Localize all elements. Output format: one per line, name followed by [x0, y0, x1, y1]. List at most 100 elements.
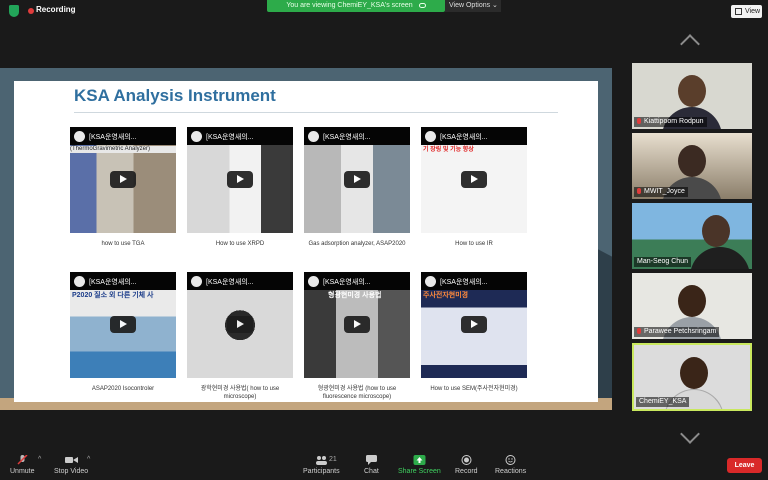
play-icon[interactable] — [344, 171, 370, 188]
video-title: [KSA운영새의... — [440, 134, 488, 141]
channel-avatar — [425, 276, 436, 287]
recording-icon — [28, 8, 34, 14]
video-tile[interactable]: [KSA운영새의... Gas adsorption analyzer, ASA… — [304, 127, 410, 248]
video-overlay-text: 주사전자현미경 — [423, 292, 469, 299]
video-title: [KSA운영새의... — [323, 134, 371, 141]
play-icon[interactable] — [344, 316, 370, 333]
video-overlay-text: 기 장링 및 기능 향상 — [423, 147, 474, 153]
chat-button[interactable]: Chat — [364, 455, 379, 475]
participant-name: Parawee Petchsringam — [634, 327, 720, 337]
view-button[interactable]: View — [731, 5, 762, 18]
mic-muted-icon — [637, 328, 641, 334]
video-title: [KSA운영새의... — [206, 134, 254, 141]
share-screen-icon — [413, 455, 426, 465]
viewing-banner-text: You are viewing ChemiEY_KSA's screen — [286, 2, 413, 9]
video-tile[interactable]: [KSA운영새의... 광학현미경 사용법( how to use micros… — [187, 272, 293, 401]
meeting-toolbar: Unmute ^ Stop Video ^ Participants 21 Ch… — [0, 452, 768, 480]
video-title: [KSA운영새의... — [206, 279, 254, 286]
video-options-caret[interactable]: ^ — [87, 456, 90, 463]
play-icon[interactable] — [227, 171, 253, 188]
video-tile[interactable]: 형광현미경 사용법 [KSA운영새의... 형광현미경 사용법 (how to … — [304, 272, 410, 401]
participant-name: MWIT_Joyce — [634, 187, 688, 197]
reactions-button[interactable]: Reactions — [495, 455, 526, 475]
leave-button[interactable]: Leave — [727, 458, 762, 473]
channel-avatar — [74, 276, 85, 287]
participant-name: Kiattipoom Rodpun — [634, 117, 707, 127]
video-title: [KSA운영새의... — [89, 279, 137, 286]
mic-muted-icon — [637, 118, 641, 124]
play-icon[interactable] — [110, 316, 136, 333]
participant-tile[interactable]: Parawee Petchsringam — [632, 273, 752, 339]
participant-video — [680, 357, 708, 389]
video-caption: How to use SEM(주사전자현미경) — [430, 386, 518, 392]
video-caption: ASAP2020 Isocontroler — [91, 386, 155, 392]
play-icon[interactable] — [227, 316, 253, 333]
scroll-down-icon[interactable] — [680, 424, 700, 444]
video-camera-icon — [64, 457, 78, 463]
viewing-banner: You are viewing ChemiEY_KSA's screen — [267, 0, 445, 12]
video-title: [KSA운영새의... — [440, 279, 488, 286]
recording-label: Recording — [36, 5, 76, 14]
video-caption: 형광현미경 사용법 (how to use fluorescence micro… — [317, 386, 397, 400]
scroll-up-icon[interactable] — [680, 34, 700, 54]
stop-video-button[interactable]: Stop Video — [54, 455, 88, 475]
grid-icon — [735, 8, 742, 15]
participant-tile[interactable]: Man-Seog Chun — [632, 203, 752, 269]
video-caption: Gas adsorption analyzer, ASAP2020 — [308, 241, 406, 247]
audio-options-caret[interactable]: ^ — [38, 456, 41, 463]
play-icon[interactable] — [461, 316, 487, 333]
video-overlay-text: P2020 질소 외 다른 기체 사 — [72, 292, 154, 299]
channel-avatar — [191, 276, 202, 287]
shield-icon[interactable] — [9, 5, 19, 17]
participant-name: Man-Seog Chun — [634, 257, 691, 267]
video-caption: how to use TGA — [101, 241, 145, 247]
video-overlay-text: 형광현미경 사용법 — [328, 292, 382, 299]
video-tile[interactable]: [KSA운영새의... How to use XRPD — [187, 127, 293, 248]
video-thumbnail[interactable]: [KSA운영새의... — [187, 272, 293, 378]
view-options-button[interactable]: View Options ⌄ — [445, 0, 501, 12]
participant-video — [702, 215, 730, 247]
channel-avatar — [74, 131, 85, 142]
participant-name: ChemiEY_KSA — [636, 397, 690, 407]
reactions-icon — [505, 455, 516, 465]
unmute-button[interactable]: Unmute — [10, 455, 35, 475]
video-tile[interactable]: 기 장링 및 기능 향상 [KSA운영새의... How to use IR — [421, 127, 527, 248]
record-button[interactable]: Record — [455, 455, 478, 475]
video-thumbnail[interactable]: [KSA운영새의... — [187, 127, 293, 233]
participant-video — [678, 75, 706, 107]
video-thumbnail[interactable]: (ThermoGravimetric Analyzer) [KSA운영새의... — [70, 127, 176, 233]
shared-screen: KSA Analysis Instrument (ThermoGravimetr… — [0, 68, 612, 410]
slide-title: KSA Analysis Instrument — [74, 86, 276, 105]
video-caption: 광학현미경 사용법( how to use microscope) — [200, 386, 280, 400]
video-thumbnail[interactable]: P2020 질소 외 다른 기체 사 [KSA운영새의... — [70, 272, 176, 378]
mic-muted-icon — [17, 455, 28, 465]
participant-tile[interactable]: MWIT_Joyce — [632, 133, 752, 199]
video-title: [KSA운영새의... — [89, 134, 137, 141]
video-tile[interactable]: (ThermoGravimetric Analyzer) [KSA운영새의...… — [70, 127, 176, 248]
video-thumbnail[interactable]: [KSA운영새의... — [304, 127, 410, 233]
video-caption: How to use XRPD — [215, 241, 265, 247]
video-tile[interactable]: P2020 질소 외 다른 기체 사 [KSA운영새의... ASAP2020 … — [70, 272, 176, 393]
play-icon[interactable] — [110, 171, 136, 188]
video-thumbnail[interactable]: 주사전자현미경 [KSA운영새의... — [421, 272, 527, 378]
view-button-label: View — [745, 8, 761, 15]
participant-tile-active-speaker[interactable]: ChemiEY_KSA — [632, 343, 752, 411]
share-screen-button[interactable]: Share Screen — [398, 455, 441, 475]
participant-video — [678, 145, 706, 177]
participant-video — [678, 285, 706, 317]
channel-avatar — [425, 131, 436, 142]
video-overlay-text: (ThermoGravimetric Analyzer) — [70, 146, 176, 153]
participants-count: 21 — [329, 456, 337, 463]
title-divider — [74, 112, 558, 113]
video-tile[interactable]: 주사전자현미경 [KSA운영새의... How to use SEM(주사전자현… — [421, 272, 527, 393]
slide: KSA Analysis Instrument (ThermoGravimetr… — [14, 81, 598, 402]
participants-icon — [315, 456, 327, 465]
video-thumbnail[interactable]: 형광현미경 사용법 [KSA운영새의... — [304, 272, 410, 378]
channel-avatar — [308, 276, 319, 287]
participant-tile[interactable]: Kiattipoom Rodpun — [632, 63, 752, 129]
record-icon — [461, 455, 472, 465]
video-thumbnail[interactable]: 기 장링 및 기능 향상 [KSA운영새의... — [421, 127, 527, 233]
play-icon[interactable] — [461, 171, 487, 188]
top-bar: Recording You are viewing ChemiEY_KSA's … — [0, 0, 768, 22]
cloud-icon — [418, 2, 426, 8]
